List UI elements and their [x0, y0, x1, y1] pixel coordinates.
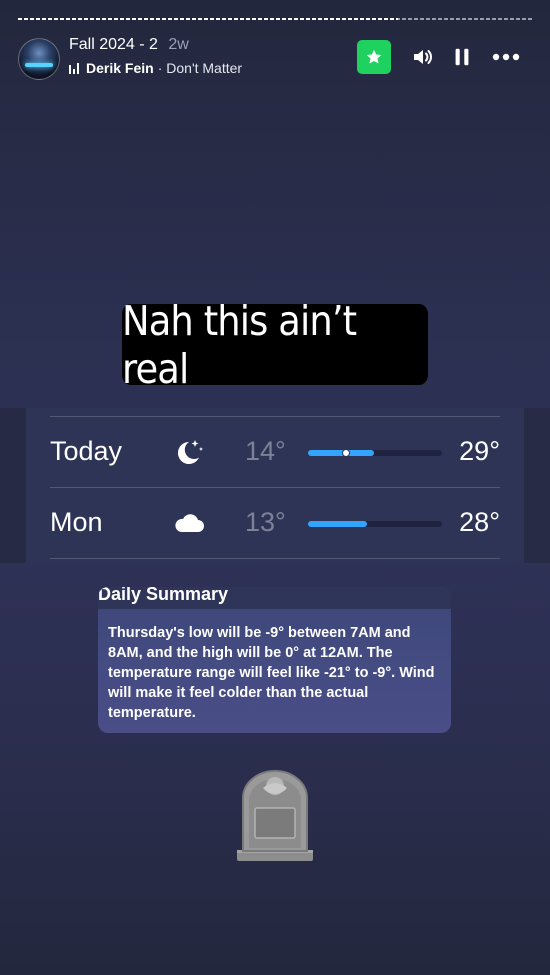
temperature-range-fill	[308, 521, 367, 527]
summary-text: Thursday's low will be -9° between 7AM a…	[108, 625, 435, 721]
strip-edge-left	[0, 408, 26, 563]
forecast-low: 13°	[245, 507, 286, 537]
progress-fill	[18, 18, 399, 20]
story-progress-bar	[18, 18, 532, 20]
temperature-range-fill	[308, 450, 374, 456]
forecast-row: Today 14° 29°	[26, 416, 524, 486]
music-bars-icon	[69, 62, 79, 74]
strip-edge-right	[524, 408, 550, 563]
summary-header: Daily Summary	[98, 587, 451, 609]
row-divider	[50, 558, 500, 559]
speaker-icon	[414, 50, 432, 64]
cloud-icon	[175, 514, 204, 532]
story-header: Fall 2024 - 2 2w Derik Fein · Don't Matt…	[18, 36, 532, 80]
favorite-button[interactable]	[357, 40, 391, 74]
row-divider	[50, 416, 500, 417]
pause-icon	[455, 48, 469, 66]
story-title-row[interactable]: Fall 2024 - 2 2w	[69, 36, 189, 54]
star-icon	[366, 49, 382, 64]
summary-heading: Daily Summary	[98, 587, 229, 604]
daily-summary-card: Daily Summary Thursday's low will be -9°…	[98, 587, 451, 733]
forecast-high: 29°	[459, 436, 500, 466]
forecast-row: Mon 13° 28°	[26, 487, 524, 557]
music-attribution[interactable]: Derik Fein · Don't Matter	[69, 60, 242, 76]
avatar[interactable]	[18, 38, 60, 80]
moon-stars-icon	[177, 440, 203, 464]
current-temperature-dot	[341, 449, 350, 457]
volume-button[interactable]	[408, 42, 438, 72]
music-song: · Don't Matter	[157, 60, 243, 76]
forecast-day: Today	[50, 436, 123, 466]
music-artist: Derik Fein	[86, 60, 154, 76]
forecast-high: 28°	[459, 507, 500, 537]
more-options-button[interactable]	[491, 42, 521, 72]
forecast-low: 14°	[245, 436, 286, 466]
more-icon	[492, 53, 520, 61]
temperature-range-bar	[308, 449, 442, 457]
caption-text-sticker: Nah this ain’t real	[122, 297, 428, 393]
row-divider	[50, 487, 500, 488]
temperature-range-bar	[308, 521, 442, 527]
pause-button[interactable]	[447, 42, 477, 72]
story-title: Fall 2024 - 2	[69, 36, 158, 53]
story-age: 2w	[168, 36, 189, 53]
headstone-icon	[237, 770, 313, 861]
forecast-day: Mon	[50, 507, 103, 537]
